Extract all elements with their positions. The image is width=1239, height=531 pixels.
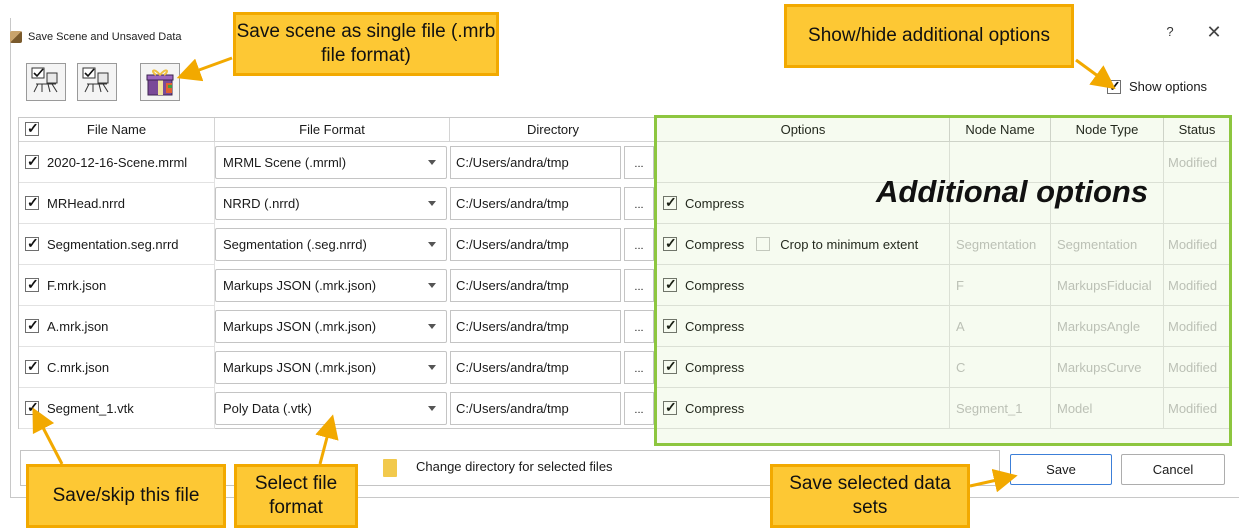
file-name: Segmentation.seg.nrrd (47, 236, 179, 252)
save-file-checkbox[interactable] (25, 358, 39, 375)
show-options-checkbox[interactable] (1107, 78, 1121, 95)
file-format-value: Markups JSON (.mrk.json) (223, 319, 377, 334)
file-name-cell: MRHead.nrrd (19, 183, 215, 224)
header-file-format[interactable]: File Format (215, 118, 450, 142)
save-file-checkbox[interactable] (25, 399, 39, 416)
save-mrb-bundle-button[interactable] (140, 63, 180, 101)
show-options-toggle[interactable]: Show options (1107, 78, 1208, 95)
directory-field[interactable]: C:/Users/andra/tmp (450, 146, 621, 179)
chevron-down-icon (428, 324, 436, 329)
directory-field[interactable]: C:/Users/andra/tmp (450, 269, 621, 302)
callout-show-hide-options: Show/hide additional options (784, 4, 1074, 68)
additional-options-highlight (654, 115, 1232, 446)
file-format-value: Markups JSON (.mrk.json) (223, 360, 377, 375)
file-format-select[interactable]: Markups JSON (.mrk.json) (215, 310, 447, 343)
directory-field[interactable]: C:/Users/andra/tmp (450, 187, 621, 220)
callout-save-skip: Save/skip this file (26, 464, 226, 528)
change-directory-label: Change directory for selected files (416, 459, 613, 474)
file-name: F.mrk.json (47, 277, 107, 293)
show-options-label: Show options (1129, 79, 1208, 94)
additional-options-label: Additional options (876, 174, 1149, 209)
file-name: 2020-12-16-Scene.mrml (47, 154, 188, 170)
file-name: MRHead.nrrd (47, 195, 126, 211)
file-name-cell: F.mrk.json (19, 265, 215, 306)
callout-single-file: Save scene as single file (.mrb file for… (233, 12, 499, 76)
browse-directory-button[interactable]: ... (624, 351, 654, 384)
header-file-name[interactable]: File Name (19, 118, 215, 142)
file-format-select[interactable]: Poly Data (.vtk) (215, 392, 447, 425)
file-format-select[interactable]: Markups JSON (.mrk.json) (215, 351, 447, 384)
file-format-select[interactable]: MRML Scene (.mrml) (215, 146, 447, 179)
callout-save-selected: Save selected data sets (770, 464, 970, 528)
close-button[interactable]: ✕ (1203, 22, 1225, 44)
header-file-name-label: File Name (86, 122, 147, 137)
cancel-button[interactable]: Cancel (1121, 454, 1225, 485)
dialog-title: Save Scene and Unsaved Data (28, 31, 182, 43)
title-bar: Save Scene and Unsaved Data (10, 26, 182, 48)
file-format-value: Segmentation (.seg.nrrd) (223, 237, 367, 252)
gift-package-icon (146, 69, 174, 96)
file-format-select[interactable]: NRRD (.nrrd) (215, 187, 447, 220)
browse-directory-button[interactable]: ... (624, 392, 654, 425)
browse-directory-button[interactable]: ... (624, 228, 654, 261)
browse-directory-button[interactable]: ... (624, 269, 654, 302)
select-scene-data-button[interactable] (26, 63, 66, 101)
browse-directory-button[interactable]: ... (624, 146, 654, 179)
browse-directory-button[interactable]: ... (624, 187, 654, 220)
file-format-value: MRML Scene (.mrml) (223, 155, 347, 170)
select-modified-data-button[interactable] (77, 63, 117, 101)
chevron-down-icon (428, 160, 436, 165)
select-all-data-icon (31, 67, 58, 93)
chevron-down-icon (428, 201, 436, 206)
chevron-down-icon (428, 283, 436, 288)
callout-select-format: Select file format (234, 464, 358, 528)
select-modified-data-icon (82, 67, 109, 93)
select-all-checkbox[interactable] (25, 120, 39, 137)
chevron-down-icon (428, 365, 436, 370)
save-file-checkbox[interactable] (25, 317, 39, 334)
help-button[interactable]: ? (1160, 24, 1180, 44)
chevron-down-icon (428, 406, 436, 411)
file-format-value: NRRD (.nrrd) (223, 196, 300, 211)
file-format-value: Poly Data (.vtk) (223, 401, 312, 416)
file-name: A.mrk.json (47, 318, 109, 334)
folder-icon (383, 459, 397, 477)
browse-directory-button[interactable]: ... (624, 310, 654, 343)
file-name-cell: Segmentation.seg.nrrd (19, 224, 215, 265)
directory-field[interactable]: C:/Users/andra/tmp (450, 310, 621, 343)
file-format-select[interactable]: Markups JSON (.mrk.json) (215, 269, 447, 302)
file-name-cell: 2020-12-16-Scene.mrml (19, 142, 215, 183)
save-file-checkbox[interactable] (25, 153, 39, 170)
file-format-value: Markups JSON (.mrk.json) (223, 278, 377, 293)
save-file-checkbox[interactable] (25, 276, 39, 293)
directory-field[interactable]: C:/Users/andra/tmp (450, 392, 621, 425)
file-name-cell: C.mrk.json (19, 347, 215, 388)
file-name-cell: Segment_1.vtk (19, 388, 215, 429)
file-name: Segment_1.vtk (47, 400, 134, 416)
save-button[interactable]: Save (1010, 454, 1112, 485)
save-file-checkbox[interactable] (25, 194, 39, 211)
file-name: C.mrk.json (47, 359, 110, 375)
file-name-cell: A.mrk.json (19, 306, 215, 347)
slicer-app-icon (10, 31, 22, 43)
chevron-down-icon (428, 242, 436, 247)
save-file-checkbox[interactable] (25, 235, 39, 252)
header-directory[interactable]: Directory (450, 118, 657, 142)
directory-field[interactable]: C:/Users/andra/tmp (450, 351, 621, 384)
directory-field[interactable]: C:/Users/andra/tmp (450, 228, 621, 261)
file-format-select[interactable]: Segmentation (.seg.nrrd) (215, 228, 447, 261)
